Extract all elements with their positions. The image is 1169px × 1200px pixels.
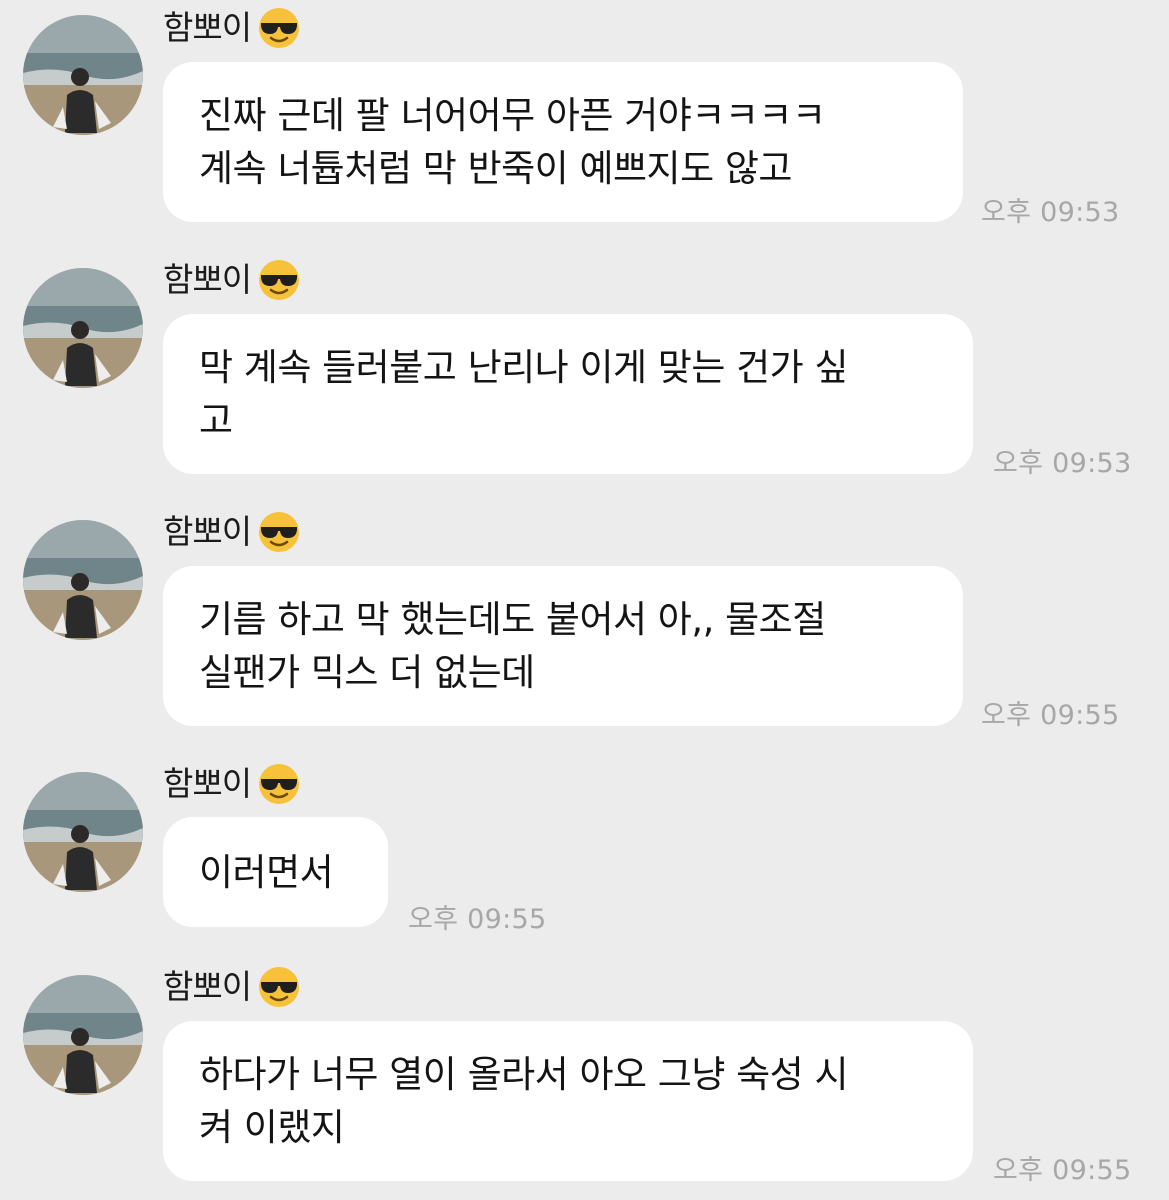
smiling-face-with-sunglasses-icon (259, 260, 300, 300)
message-timestamp: 오후 09:53 (981, 197, 1120, 228)
message-text-line: 기름 하고 막 했는데도 붙어서 아,, 물조절 (199, 598, 826, 641)
avatar[interactable] (23, 772, 143, 892)
avatar[interactable] (23, 520, 143, 640)
sender-name-row: 함뽀이 (163, 762, 301, 806)
message-text-line: 켜 이랬지 (199, 1106, 345, 1149)
message-text-line: 막 계속 들러붙고 난리나 이게 맞는 건가 싶 (199, 346, 849, 389)
message-text-line: 진짜 근데 팔 너어어무 아픈 거야ㅋㅋㅋㅋ (199, 94, 826, 137)
message-bubble[interactable]: 기름 하고 막 했는데도 붙어서 아,, 물조절 실팬가 믹스 더 없는데 (163, 566, 963, 726)
message-timestamp: 오후 09:55 (408, 904, 547, 935)
sender-name: 함뽀이 (163, 764, 252, 803)
avatar[interactable] (23, 268, 143, 388)
sender-name-row: 함뽀이 (163, 510, 301, 554)
sender-name: 함뽀이 (163, 512, 252, 551)
message-text-line: 계속 너튭처럼 막 반죽이 예쁘지도 않고 (199, 147, 792, 190)
smiling-face-with-sunglasses-icon (259, 512, 300, 552)
message-timestamp: 오후 09:55 (993, 1155, 1132, 1186)
smiling-face-with-sunglasses-icon (259, 764, 300, 804)
avatar[interactable] (23, 975, 143, 1095)
sender-name-row: 함뽀이 (163, 965, 301, 1009)
message-bubble[interactable]: 하다가 너무 열이 올라서 아오 그냥 숙성 시 켜 이랬지 (163, 1021, 973, 1181)
sender-name: 함뽀이 (163, 260, 252, 299)
message-text-line: 이러면서 (199, 850, 334, 894)
message-text-line: 고 (199, 399, 233, 442)
sender-name: 함뽀이 (163, 8, 252, 47)
avatar[interactable] (23, 15, 143, 135)
sender-name-row: 함뽀이 (163, 6, 301, 50)
smiling-face-with-sunglasses-icon (259, 8, 300, 48)
message-text-line: 실팬가 믹스 더 없는데 (199, 651, 535, 694)
message-bubble[interactable]: 막 계속 들러붙고 난리나 이게 맞는 건가 싶 고 (163, 314, 973, 474)
message-bubble[interactable]: 진짜 근데 팔 너어어무 아픈 거야ㅋㅋㅋㅋ 계속 너튭처럼 막 반죽이 예쁘지… (163, 62, 963, 222)
message-bubble[interactable]: 이러면서 (163, 817, 388, 927)
message-text-line: 하다가 너무 열이 올라서 아오 그냥 숙성 시 (199, 1053, 849, 1096)
sender-name: 함뽀이 (163, 967, 252, 1006)
message-timestamp: 오후 09:55 (981, 700, 1120, 731)
message-timestamp: 오후 09:53 (993, 448, 1132, 479)
sender-name-row: 함뽀이 (163, 258, 301, 302)
smiling-face-with-sunglasses-icon (259, 967, 300, 1007)
